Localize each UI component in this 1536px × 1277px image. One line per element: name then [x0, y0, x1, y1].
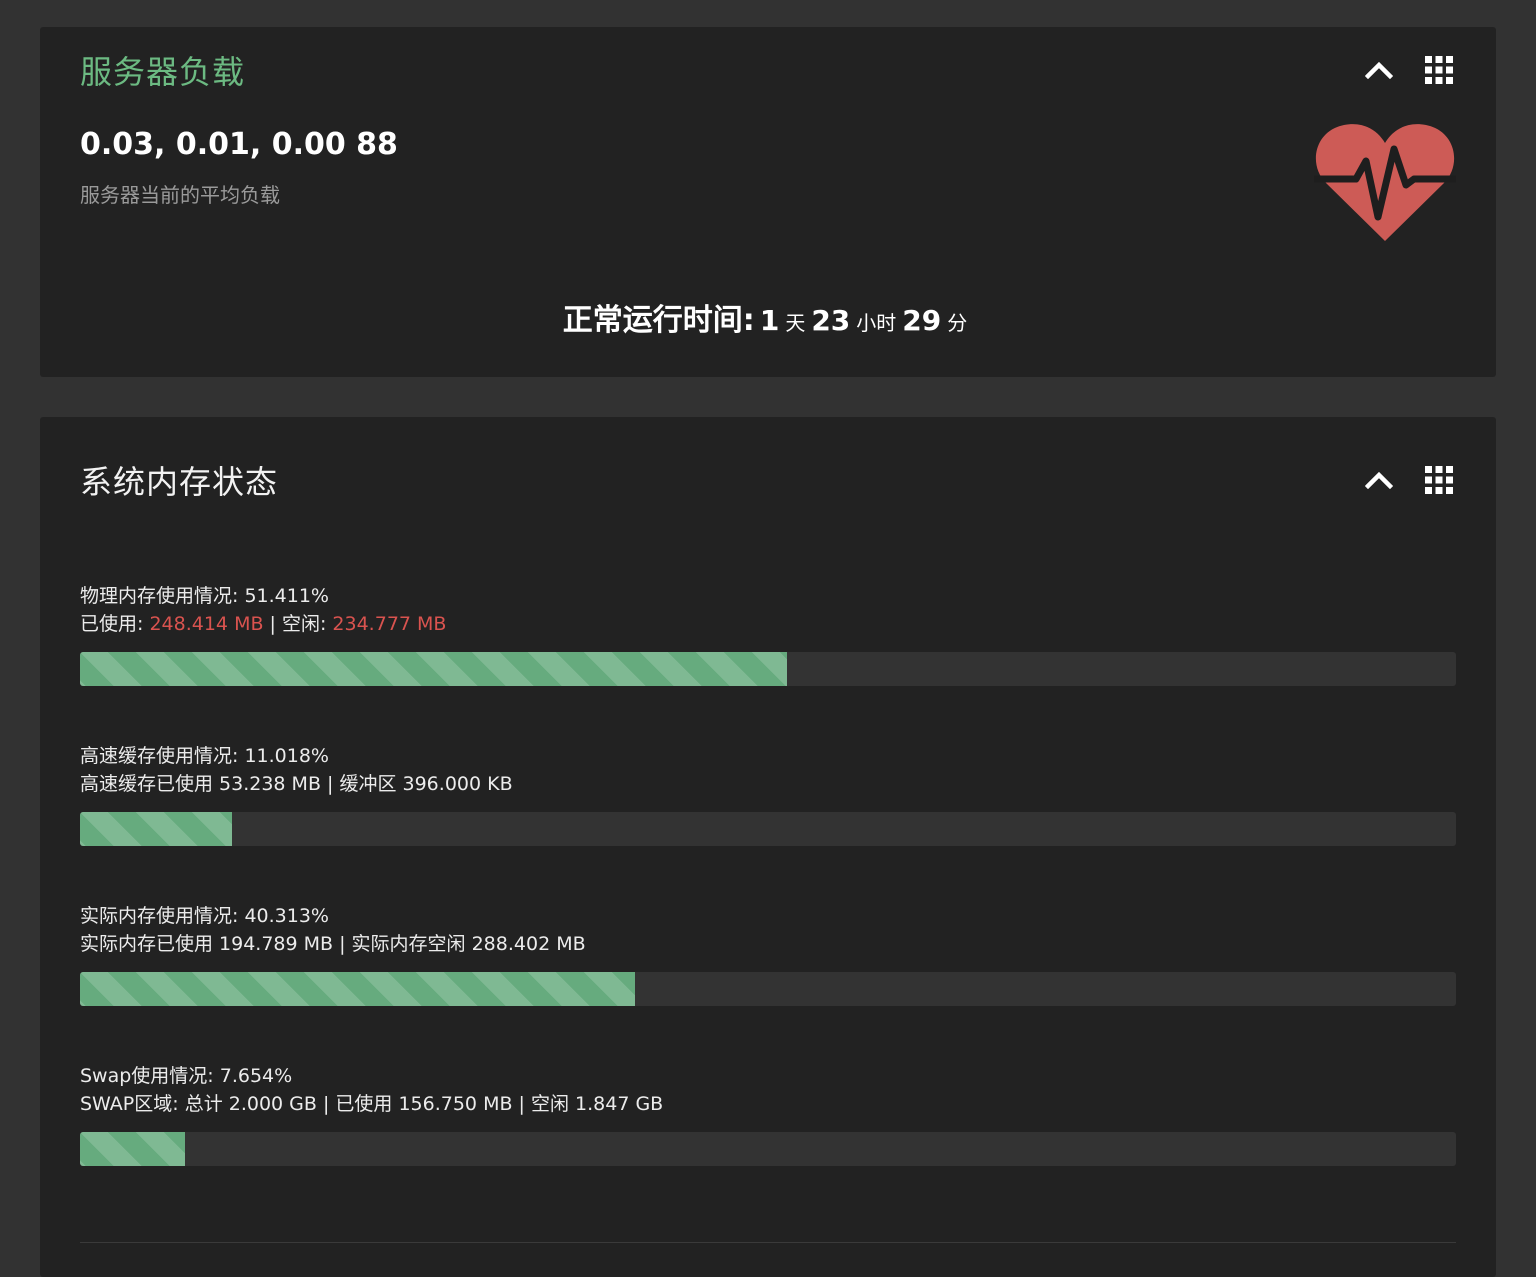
server-load-title: 服务器负载	[80, 53, 246, 91]
load-average-description: 服务器当前的平均负载	[80, 183, 280, 207]
physical-memory-bar-fill	[80, 652, 788, 686]
physical-memory-usage: 物理内存使用情况: 51.411%	[80, 585, 329, 607]
cache-memory-item: 高速缓存使用情况: 11.018% 高速缓存已使用 53.238 MB | 缓冲…	[80, 742, 1456, 846]
chevron-up-icon	[1365, 471, 1393, 489]
uptime-minutes: 29	[902, 304, 942, 337]
divider	[80, 1242, 1456, 1243]
swap-bar-fill	[80, 1132, 186, 1166]
swap-usage: Swap使用情况: 7.654%	[80, 1065, 293, 1087]
cache-memory-detail: 高速缓存已使用 53.238 MB | 缓冲区 396.000 KB	[80, 773, 513, 795]
physical-memory-detail: 已使用: 248.414 MB | 空闲: 234.777 MB	[80, 610, 1456, 638]
real-memory-bar	[80, 972, 1456, 1006]
widget-menu-button[interactable]	[1422, 463, 1456, 497]
used-value: 248.414 MB	[149, 613, 264, 635]
real-memory-detail: 实际内存已使用 194.789 MB | 实际内存空闲 288.402 MB	[80, 933, 586, 955]
free-label: | 空闲:	[263, 613, 333, 635]
swap-bar	[80, 1132, 1456, 1166]
collapse-button[interactable]	[1362, 463, 1396, 497]
free-value: 234.777 MB	[332, 613, 447, 635]
uptime-hours: 23	[811, 304, 851, 337]
collapse-button[interactable]	[1362, 53, 1396, 87]
load-average-values: 0.03, 0.01, 0.00 88	[80, 127, 398, 162]
server-load-panel: 服务器负载 0.03, 0.01, 0.00 88 服务器当前的平均负载 正常运…	[40, 27, 1496, 377]
uptime-label: 正常运行时间:	[562, 303, 755, 338]
grid-icon	[1425, 56, 1453, 84]
widget-menu-button[interactable]	[1422, 53, 1456, 87]
grid-icon	[1425, 466, 1453, 494]
cache-memory-usage: 高速缓存使用情况: 11.018%	[80, 745, 329, 767]
uptime-hours-unit: 小时	[856, 311, 897, 335]
memory-status-panel: 系统内存状态 物理内存使用情况: 51.411% 已使用: 248.414 MB…	[40, 417, 1496, 1277]
heartbeat-icon	[1314, 124, 1456, 241]
uptime: 正常运行时间: 1 天 23 小时 29 分	[40, 295, 1496, 339]
memory-status-tools	[1362, 463, 1456, 497]
server-load-tools	[1362, 53, 1456, 87]
real-memory-bar-fill	[80, 972, 635, 1006]
swap-detail: SWAP区域: 总计 2.000 GB | 已使用 156.750 MB | 空…	[80, 1093, 664, 1115]
real-memory-usage: 实际内存使用情况: 40.313%	[80, 905, 329, 927]
physical-memory-item: 物理内存使用情况: 51.411% 已使用: 248.414 MB | 空闲: …	[80, 582, 1456, 686]
chevron-up-icon	[1365, 61, 1393, 79]
used-label: 已使用:	[80, 613, 150, 635]
uptime-days-unit: 天	[785, 311, 806, 335]
real-memory-item: 实际内存使用情况: 40.313% 实际内存已使用 194.789 MB | 实…	[80, 902, 1456, 1006]
physical-memory-bar	[80, 652, 1456, 686]
uptime-days: 1	[759, 304, 780, 337]
cache-memory-bar	[80, 812, 1456, 846]
cache-memory-bar-fill	[80, 812, 232, 846]
swap-item: Swap使用情况: 7.654% SWAP区域: 总计 2.000 GB | 已…	[80, 1062, 1456, 1166]
memory-status-title: 系统内存状态	[80, 463, 279, 501]
uptime-minutes-unit: 分	[947, 311, 968, 335]
